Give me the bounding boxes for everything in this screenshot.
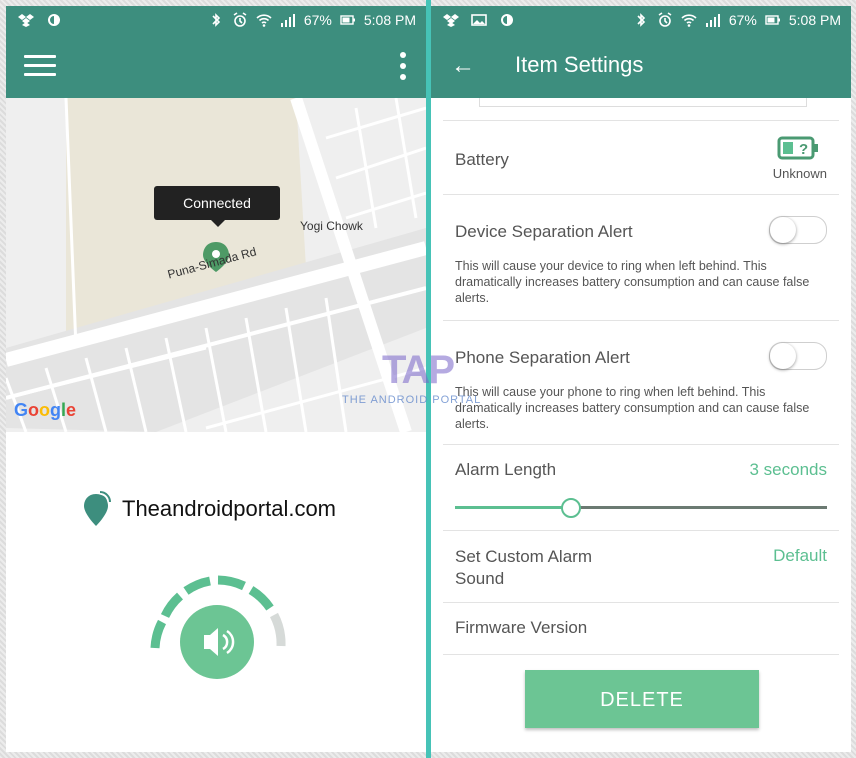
connected-tooltip: Connected [154,186,280,227]
clock: 5:08 PM [363,12,416,28]
phone-separation-description: This will cause your phone to ring when … [455,385,810,431]
app-bar [6,34,426,98]
device-name: Theandroidportal.com [122,496,337,521]
phone-separation-label: Phone Separation Alert [455,348,630,367]
overflow-menu-icon[interactable] [400,52,406,80]
brightness-icon [501,14,513,26]
right-screen: 67% 5:08 PM ← Item Settings Battery ? Un… [431,6,851,752]
custom-alarm-sound-row[interactable]: Set Custom Alarm Sound Default [443,530,839,603]
slider-thumb[interactable] [561,498,582,518]
alarm-icon [658,12,672,27]
status-bar: 67% 5:08 PM [6,6,426,34]
battery-icon [765,15,780,25]
ring-device-control[interactable] [148,572,288,682]
bluetooth-icon [637,13,645,27]
custom-alarm-sound-label: Set Custom Alarm Sound [455,547,592,588]
signal-icon [705,14,720,27]
bluetooth-icon [212,13,220,27]
device-separation-row: Device Separation Alert This will cause … [443,194,839,321]
page-title: Item Settings [515,52,644,77]
alarm-length-row: Alarm Length 3 seconds [443,444,839,531]
battery-row: Battery ? Unknown [443,120,839,195]
map-label-chowk: Yogi Chowk [300,219,363,233]
phone-separation-row: Phone Separation Alert This will cause y… [443,320,839,445]
status-bar-right: 67% 5:08 PM [431,6,851,34]
firmware-row: Firmware Version [443,602,839,655]
left-screen: 67% 5:08 PM Connected Yogi Chowk Puna-Si… [6,6,426,752]
brightness-icon [48,14,60,26]
device-name-row: Theandroidportal.com [82,490,336,528]
alarm-length-label: Alarm Length [455,460,557,479]
map-view[interactable]: Connected Yogi Chowk Puna-Simada Rd Goog… [6,98,426,432]
dropbox-icon [18,14,34,27]
battery-label: Battery [455,150,509,169]
battery-icon [340,15,355,25]
svg-text:?: ? [799,141,808,158]
wifi-icon [681,14,697,27]
dropbox-icon [443,14,459,27]
custom-alarm-sound-value: Default [773,546,827,565]
battery-percentage: 67% [303,12,332,28]
clock: 5:08 PM [788,12,841,28]
device-separation-label: Device Separation Alert [455,222,633,241]
device-separation-description: This will cause your device to ring when… [455,259,810,305]
battery-percentage: 67% [728,12,757,28]
alarm-length-value: 3 seconds [749,460,828,479]
battery-status: Unknown [772,166,827,181]
google-logo: Google [14,400,77,420]
menu-icon[interactable] [24,55,56,77]
alarm-length-slider[interactable] [455,498,827,518]
image-icon [471,14,487,26]
previous-field-edge [479,98,807,107]
firmware-label: Firmware Version [455,618,588,637]
signal-icon [280,14,295,27]
delete-button[interactable]: DELETE [525,670,759,728]
device-separation-toggle[interactable] [769,216,827,244]
phone-separation-toggle[interactable] [769,342,827,370]
back-arrow-icon[interactable]: ← [451,52,475,80]
wifi-icon [256,14,272,27]
tracker-pin-icon [84,491,111,526]
app-bar-right: ← Item Settings [431,34,851,98]
alarm-icon [233,12,247,27]
battery-unknown-icon: ? [777,136,818,160]
